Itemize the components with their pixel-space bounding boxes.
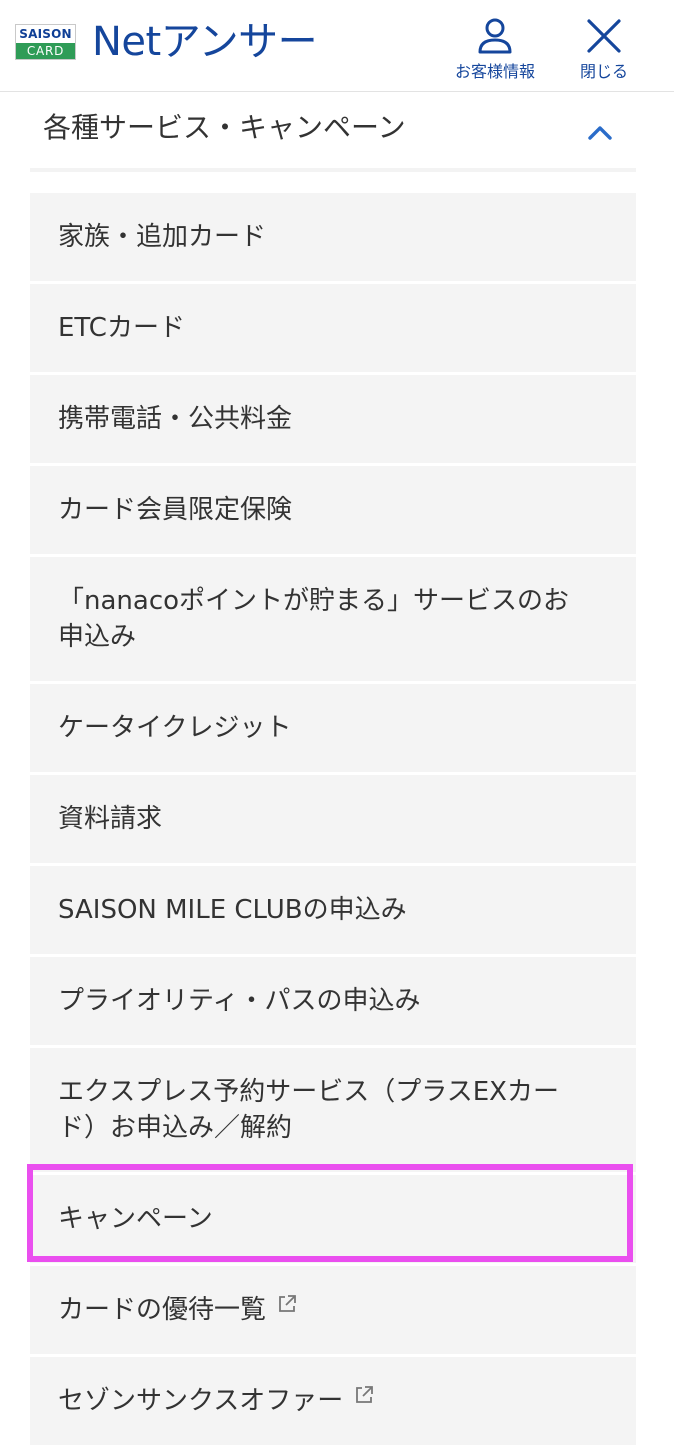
close-label: 閉じる <box>579 62 628 81</box>
menu-item-etc-card[interactable]: ETCカード <box>30 284 636 372</box>
account-info-label: お客様情報 <box>454 62 535 81</box>
account-info-button[interactable]: お客様情報 <box>440 16 550 88</box>
menu-item-campaign[interactable]: キャンペーン <box>30 1175 636 1263</box>
close-icon <box>587 19 621 53</box>
logo-text-bottom: CARD <box>16 43 75 59</box>
saison-card-logo[interactable]: SAISON CARD <box>15 24 76 60</box>
person-icon <box>478 18 512 54</box>
menu-item-keitai-credit[interactable]: ケータイクレジット <box>30 684 636 772</box>
external-link-icon <box>279 1295 296 1312</box>
menu-item-priority-pass[interactable]: プライオリティ・パスの申込み <box>30 957 636 1045</box>
section-accordion-header[interactable]: 各種サービス・キャンペーン <box>30 96 636 172</box>
external-link-icon <box>356 1386 374 1403</box>
menu-item-label-wrap: カードの優待一覧 <box>58 1292 606 1328</box>
menu-item-label: SAISON MILE CLUBの申込み <box>58 895 407 925</box>
menu-item-label-line2: ド）お申込み／解約 <box>58 1113 293 1143</box>
chevron-up-icon[interactable] <box>586 118 614 146</box>
menu-item-saison-mile-club[interactable]: SAISON MILE CLUBの申込み <box>30 866 636 954</box>
menu-item-label-line1: エクスプレス予約サービス（プラスEXカー <box>58 1077 559 1107</box>
menu-item-label: 携帯電話・公共料金 <box>58 404 293 434</box>
section-title: 各種サービス・キャンペーン <box>43 111 406 144</box>
menu-item-label-line1: 「nanacoポイントが貯まる」サービスのお <box>58 586 570 616</box>
menu-item-mobile-utilities[interactable]: 携帯電話・公共料金 <box>30 375 636 463</box>
menu-item-nanaco-points[interactable]: 「nanacoポイントが貯まる」サービスのお 申込み <box>30 557 636 681</box>
menu-item-card-benefits[interactable]: カードの優待一覧 <box>30 1266 636 1354</box>
app-header: SAISON CARD Netアンサー お客様情報 閉じる <box>0 0 674 92</box>
menu-item-label: ケータイクレジット <box>58 713 292 743</box>
menu-item-family-card[interactable]: 家族・追加カード <box>30 193 636 281</box>
menu-item-label: セゾンサンクスオファー <box>58 1386 344 1416</box>
menu-item-label: 資料請求 <box>58 804 163 834</box>
menu-item-label: ETCカード <box>58 313 185 343</box>
menu-item-label: キャンペーン <box>58 1204 213 1234</box>
menu-item-label-line2: 申込み <box>58 622 137 652</box>
app-title[interactable]: Netアンサー <box>92 16 318 68</box>
menu-item-document-request[interactable]: 資料請求 <box>30 775 636 863</box>
close-button[interactable]: 閉じる <box>549 16 659 88</box>
menu-item-label: 家族・追加カード <box>58 222 267 252</box>
menu-item-saison-thanks-offer[interactable]: セゾンサンクスオファー <box>30 1357 636 1445</box>
menu-item-label: カードの優待一覧 <box>58 1295 267 1325</box>
menu-item-express-reservation[interactable]: エクスプレス予約サービス（プラスEXカー ド）お申込み／解約 <box>30 1048 636 1172</box>
menu-item-label-wrap: セゾンサンクスオファー <box>58 1383 606 1419</box>
menu-item-member-insurance[interactable]: カード会員限定保険 <box>30 466 636 554</box>
menu-item-label: カード会員限定保険 <box>58 495 293 525</box>
logo-text-top: SAISON <box>19 27 72 41</box>
menu-item-label: プライオリティ・パスの申込み <box>58 986 421 1016</box>
